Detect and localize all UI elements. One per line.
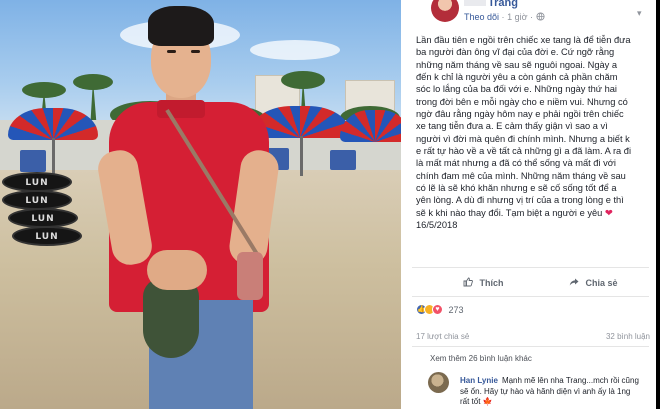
hair bbox=[148, 6, 214, 46]
post-stats: 17 lượt chia sẻ 32 bình luận bbox=[416, 332, 650, 342]
eye bbox=[167, 50, 176, 53]
globe-icon bbox=[535, 12, 545, 21]
held-shoes bbox=[143, 278, 199, 358]
comment-count[interactable]: 32 bình luận bbox=[606, 332, 650, 341]
comment-body: Han Lynie Mạnh mẽ lên nha Trang...mch rồi… bbox=[460, 376, 640, 408]
post-timestamp[interactable]: 1 giờ bbox=[507, 12, 527, 22]
beach-chair bbox=[330, 150, 356, 170]
reactions-summary[interactable]: 👍 ♥ 273 bbox=[416, 304, 464, 318]
meta-separator: · bbox=[501, 12, 505, 22]
like-button[interactable]: Thích bbox=[463, 277, 504, 288]
divider bbox=[412, 346, 649, 347]
post-photo[interactable]: LUN LUN LUN LUN bbox=[0, 0, 401, 409]
man-in-red-shirt bbox=[95, 0, 295, 409]
post-date: 16/5/2018 bbox=[416, 220, 458, 231]
post-panel: Trang Theo dõi · 1 giờ · ▾ Lần đầu tiên … bbox=[401, 0, 656, 409]
share-label: Chia sẻ bbox=[585, 278, 618, 288]
post-header: Trang Theo dõi · 1 giờ · ▾ bbox=[401, 0, 656, 34]
love-reaction-icon: ♥ bbox=[432, 304, 443, 316]
maple-leaf-emoji-icon: 🍁 bbox=[482, 397, 493, 406]
share-button[interactable]: Chia sẻ bbox=[569, 277, 618, 288]
thumbs-up-icon bbox=[463, 277, 473, 287]
like-label: Thích bbox=[479, 278, 504, 288]
shoulder-bag bbox=[237, 252, 263, 300]
meta-separator: · bbox=[530, 12, 533, 22]
view-more-comments-link[interactable]: Xem thêm 26 bình luận khác bbox=[430, 354, 532, 363]
post-text: Lần đầu tiên e ngồi trên chiếc xe tang l… bbox=[416, 34, 650, 232]
tube: LUN bbox=[8, 208, 78, 228]
commenter-name[interactable]: Han Lynie bbox=[460, 376, 498, 385]
hands bbox=[147, 250, 207, 290]
post-meta: Theo dõi · 1 giờ · bbox=[464, 12, 545, 22]
author-avatar[interactable] bbox=[431, 0, 459, 22]
reaction-count: 273 bbox=[448, 304, 464, 315]
commenter-avatar[interactable] bbox=[428, 372, 449, 393]
collar bbox=[157, 100, 205, 118]
chevron-down-icon[interactable]: ▾ bbox=[637, 8, 642, 19]
post-body: Lần đầu tiên e ngồi trên chiếc xe tang l… bbox=[416, 35, 632, 218]
heart-emoji-icon: ❤ bbox=[604, 207, 613, 218]
right-edge bbox=[656, 0, 660, 409]
umbrella-pole bbox=[300, 136, 303, 176]
share-arrow-icon bbox=[569, 278, 579, 286]
follow-link[interactable]: Theo dõi bbox=[464, 12, 499, 22]
author-name[interactable]: Trang bbox=[488, 0, 518, 9]
tube: LUN bbox=[12, 226, 82, 246]
beach-chair bbox=[20, 150, 46, 172]
tube: LUN bbox=[2, 190, 72, 210]
eye bbox=[191, 50, 200, 53]
author-name-blurred bbox=[464, 0, 486, 6]
share-count[interactable]: 17 lượt chia sẻ bbox=[416, 332, 469, 341]
action-bar: Thích Chia sẻ bbox=[412, 267, 649, 297]
tube: LUN bbox=[2, 172, 72, 192]
